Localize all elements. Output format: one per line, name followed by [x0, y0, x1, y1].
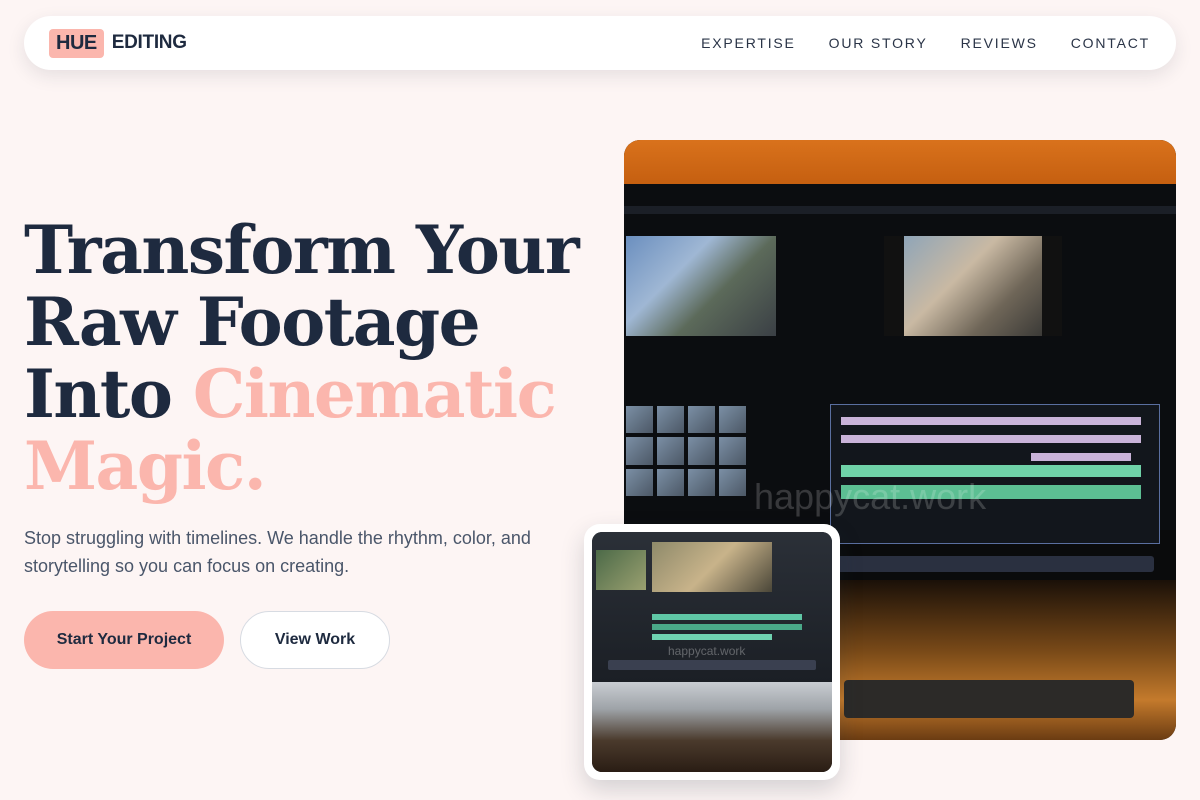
inset-preview-right	[652, 542, 772, 592]
image-thumbnail-grid	[626, 406, 746, 496]
inset-screen: happycat.work	[592, 532, 832, 682]
image-thumb	[688, 406, 715, 434]
headline-accent-magic: Magic.	[24, 427, 267, 505]
image-thumb	[719, 437, 746, 465]
nav-link-our-story[interactable]: OUR STORY	[829, 35, 928, 51]
image-timeline	[830, 404, 1160, 544]
nav-link-reviews[interactable]: REVIEWS	[961, 35, 1038, 51]
hero-inset-image-card: happycat.work	[584, 524, 840, 780]
nav-link-contact[interactable]: CONTACT	[1071, 35, 1150, 51]
nav-links: EXPERTISE OUR STORY REVIEWS CONTACT	[701, 35, 1150, 51]
start-project-button[interactable]: Start Your Project	[24, 611, 224, 669]
image-wall	[624, 140, 1176, 184]
image-thumb	[657, 468, 684, 496]
image-track	[841, 435, 1141, 443]
top-nav: HUE EDITING EXPERTISE OUR STORY REVIEWS …	[24, 16, 1176, 70]
logo[interactable]: HUE EDITING	[49, 28, 187, 58]
headline-accent-cinematic: Cinematic	[192, 355, 557, 433]
view-work-button[interactable]: View Work	[240, 611, 390, 669]
inset-track	[652, 634, 772, 640]
inset-image: happycat.work	[592, 532, 832, 772]
hero-subtitle: Stop struggling with timelines. We handl…	[24, 528, 531, 576]
image-program-monitor	[884, 236, 1062, 336]
logo-wordmark: EDITING	[111, 32, 187, 53]
inset-dock	[608, 660, 816, 670]
image-thumb	[657, 437, 684, 465]
inset-preview-left	[596, 550, 646, 590]
inset-desk	[592, 682, 832, 772]
image-thumb	[688, 468, 715, 496]
headline-line-2: Raw Footage	[24, 283, 481, 361]
image-thumb	[626, 468, 653, 496]
image-source-monitor	[626, 236, 776, 336]
inset-image-watermark: happycat.work	[668, 644, 746, 658]
hero-headline: Transform Your Raw Footage Into Cinemati…	[24, 214, 604, 502]
image-thumb	[719, 468, 746, 496]
image-thumb	[626, 406, 653, 434]
nav-link-expertise[interactable]: EXPERTISE	[701, 35, 796, 51]
image-thumb	[626, 437, 653, 465]
image-keyboard	[844, 680, 1134, 718]
image-thumb	[688, 437, 715, 465]
main-image-watermark: happycat.work	[754, 476, 987, 517]
image-thumb	[719, 406, 746, 434]
landing-page: HUE EDITING EXPERTISE OUR STORY REVIEWS …	[0, 0, 1200, 800]
image-track	[1031, 453, 1131, 461]
logo-hue-badge: HUE	[49, 28, 104, 58]
headline-line-1: Transform Your	[24, 211, 580, 289]
image-monitor: happycat.work	[624, 184, 1176, 572]
inset-track	[652, 614, 802, 620]
image-menubar	[624, 206, 1176, 214]
image-thumb	[657, 406, 684, 434]
headline-line-3: Into	[24, 355, 193, 433]
image-track	[841, 417, 1141, 425]
inset-track	[652, 624, 802, 630]
image-program-frame	[904, 236, 1042, 336]
